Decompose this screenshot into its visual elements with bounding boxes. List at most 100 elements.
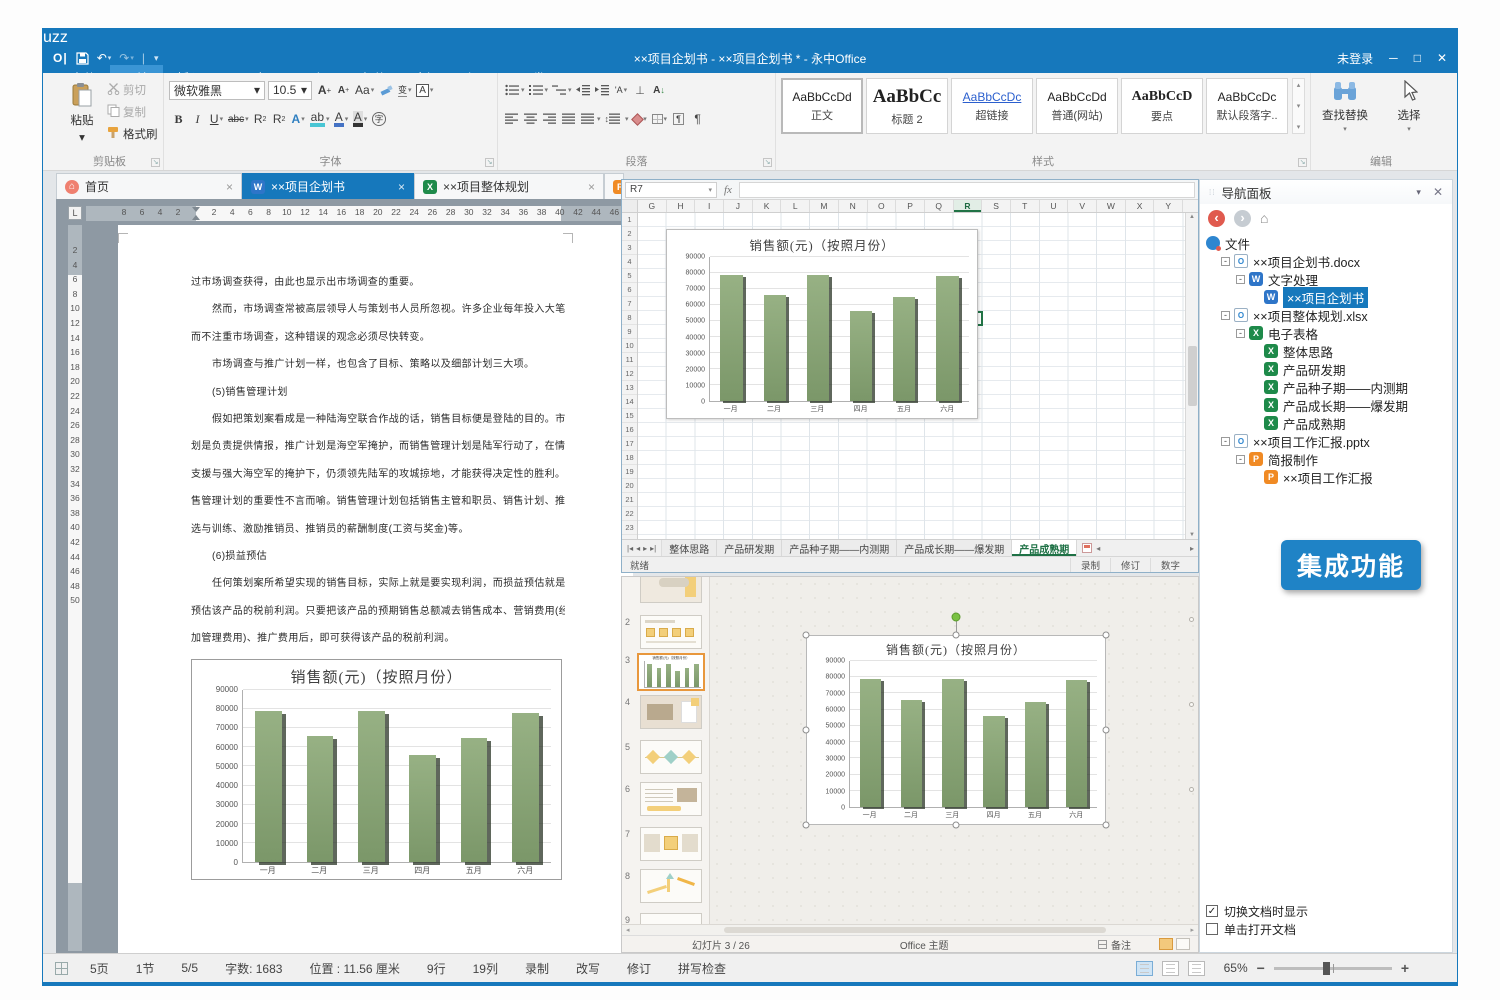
excel-sheet-tab[interactable]: 产品种子期——内测期 [782,540,897,556]
status-item[interactable]: 修订 [627,960,651,977]
excel-row-header[interactable]: 13 [622,381,637,395]
slide-sorter-icon[interactable] [1176,938,1190,950]
excel-corner-cell[interactable] [622,200,638,212]
slide-scroll-dots[interactable] [1189,617,1194,792]
minimize-icon[interactable]: ─ [1389,51,1398,65]
format-symbol-icon[interactable]: ¶ [669,110,688,129]
theme-name[interactable]: Office 主题 [900,937,949,952]
format-painter-button[interactable]: 格式刷 [107,125,158,143]
shading-icon[interactable]: ▾ [631,110,650,129]
maximize-icon[interactable]: □ [1414,51,1421,65]
font-color-icon[interactable]: A▾ [332,110,351,129]
tree-expander-icon[interactable]: - [1221,437,1230,446]
excel-sheet-tab[interactable]: 产品研发期 [717,540,782,556]
scroll-up-icon[interactable]: ▲ [1189,214,1195,220]
excel-column-header[interactable]: J [724,200,753,212]
tree-expander-icon[interactable]: - [1221,257,1230,266]
excel-column-header[interactable]: T [1011,200,1040,212]
numbering-icon[interactable]: ▾ [527,81,551,100]
checkbox-row[interactable]: ✓切换文档时显示 [1206,902,1308,920]
web-view-icon[interactable] [1162,961,1179,976]
excel-column-header[interactable]: L [781,200,810,212]
tree-expander-icon[interactable]: - [1236,329,1245,338]
excel-column-header[interactable]: P [896,200,925,212]
excel-row-header[interactable]: 7 [622,297,637,311]
align-right-icon[interactable] [541,110,560,129]
tree-item[interactable]: X产品研发期 [1200,360,1452,378]
ppt-slide-canvas[interactable]: 销售额(元)（按照月份）0100002000030000400005000060… [710,577,1198,924]
scrollbar-thumb[interactable] [1188,346,1197,406]
bold-icon[interactable]: B [169,110,188,129]
excel-row-header[interactable]: 9 [622,325,637,339]
excel-column-header[interactable]: Q [925,200,954,212]
superscript-icon[interactable]: R2 [270,110,289,129]
selection-handle[interactable] [803,727,810,734]
undo-icon[interactable]: ↶▾ [97,51,112,65]
sort-icon[interactable]: A↓ [650,81,669,100]
document-tab[interactable]: X××项目整体规划× [414,173,604,199]
excel-column-header[interactable]: Y [1154,200,1183,212]
page-view-icon[interactable] [1136,961,1153,976]
ruler-origin-box[interactable]: L [68,206,82,220]
word-chart[interactable]: 销售额(元)（按照月份）0100002000030000400005000060… [191,659,562,880]
styles-scroll[interactable]: ▴▾▾ [1292,78,1305,134]
excel-sheet-tab[interactable]: 产品成长期——爆发期 [897,540,1012,556]
excel-row-header[interactable]: 23 [622,521,637,535]
ppt-chart[interactable]: 销售额(元)（按照月份）0100002000030000400005000060… [806,635,1106,825]
panel-grip-icon[interactable]: ⁞⁞ [1209,188,1215,197]
excel-row-header[interactable]: 22 [622,507,637,521]
status-item[interactable]: 拼写检查 [678,960,726,977]
slide-thumbnail[interactable] [640,827,702,861]
rotate-handle-icon[interactable] [952,613,961,622]
indent-marker-icon[interactable] [192,207,200,212]
excel-column-header[interactable]: W [1097,200,1126,212]
cell-name-box[interactable]: R7▾ [625,182,717,198]
enclose-char-icon[interactable]: 字 [370,110,389,129]
redo-icon[interactable]: ↷▾ [119,51,134,65]
scroll-left-icon[interactable]: ◂ [626,926,630,934]
slide-thumbnail[interactable] [640,695,702,729]
zoom-out-icon[interactable]: − [1257,960,1265,976]
close-tab-icon[interactable]: × [398,180,405,194]
excel-chart[interactable]: 销售额(元)（按照月份）0100002000030000400005000060… [666,229,978,419]
excel-row-header[interactable]: 11 [622,353,637,367]
excel-row-headers[interactable]: 1234567891011121314151617181920212223 [622,213,638,539]
excel-row-header[interactable]: 10 [622,339,637,353]
excel-column-header[interactable]: V [1068,200,1097,212]
slide-thumbnail[interactable] [640,782,702,816]
find-replace-button[interactable]: 查找替换▾ [1316,80,1374,133]
horizontal-ruler[interactable]: 8642246810121416182022242628303234363840… [86,206,629,221]
tab-scroll-left-icon[interactable]: ◂ [1096,544,1100,553]
excel-row-header[interactable]: 18 [622,451,637,465]
text-effects-icon[interactable]: A▾ [289,110,308,129]
nav-forward-icon[interactable]: › [1234,210,1251,227]
close-tab-icon[interactable]: × [226,180,233,194]
excel-column-header[interactable]: H [667,200,696,212]
styles-dialog-launcher-icon[interactable]: ↘ [1298,158,1307,167]
excel-row-header[interactable]: 20 [622,479,637,493]
fx-icon[interactable]: fx [720,184,736,196]
excel-row-header[interactable]: 8 [622,311,637,325]
char-shading-icon[interactable]: A▾ [351,110,370,129]
tree-item[interactable]: X产品成长期——爆发期 [1200,396,1452,414]
style-card[interactable]: AaBbCcDc超链接 [951,78,1033,134]
excel-row-header[interactable]: 4 [622,255,637,269]
align-center-icon[interactable] [522,110,541,129]
nav-home-icon[interactable]: ⌂ [1260,210,1268,226]
close-icon[interactable]: ✕ [1437,51,1447,65]
font-dialog-launcher-icon[interactable]: ↘ [485,158,494,167]
zoom-slider[interactable] [1274,967,1392,970]
status-item[interactable]: 字数: 1683 [225,960,282,977]
italic-icon[interactable]: I [188,110,207,129]
excel-row-header[interactable]: 2 [622,227,637,241]
nav-menu-icon[interactable]: ▾ [1416,187,1421,198]
nav-back-icon[interactable]: ‹ [1208,210,1225,227]
selection-handle[interactable] [1103,727,1110,734]
status-item[interactable]: 改写 [576,960,600,977]
scroll-down-icon[interactable]: ▼ [1189,532,1195,538]
excel-row-header[interactable]: 5 [622,269,637,283]
selection-handle[interactable] [953,822,960,829]
tree-expander-icon[interactable]: - [1236,455,1245,464]
char-border-icon[interactable]: A▾ [414,81,435,100]
selection-handle[interactable] [1103,632,1110,639]
